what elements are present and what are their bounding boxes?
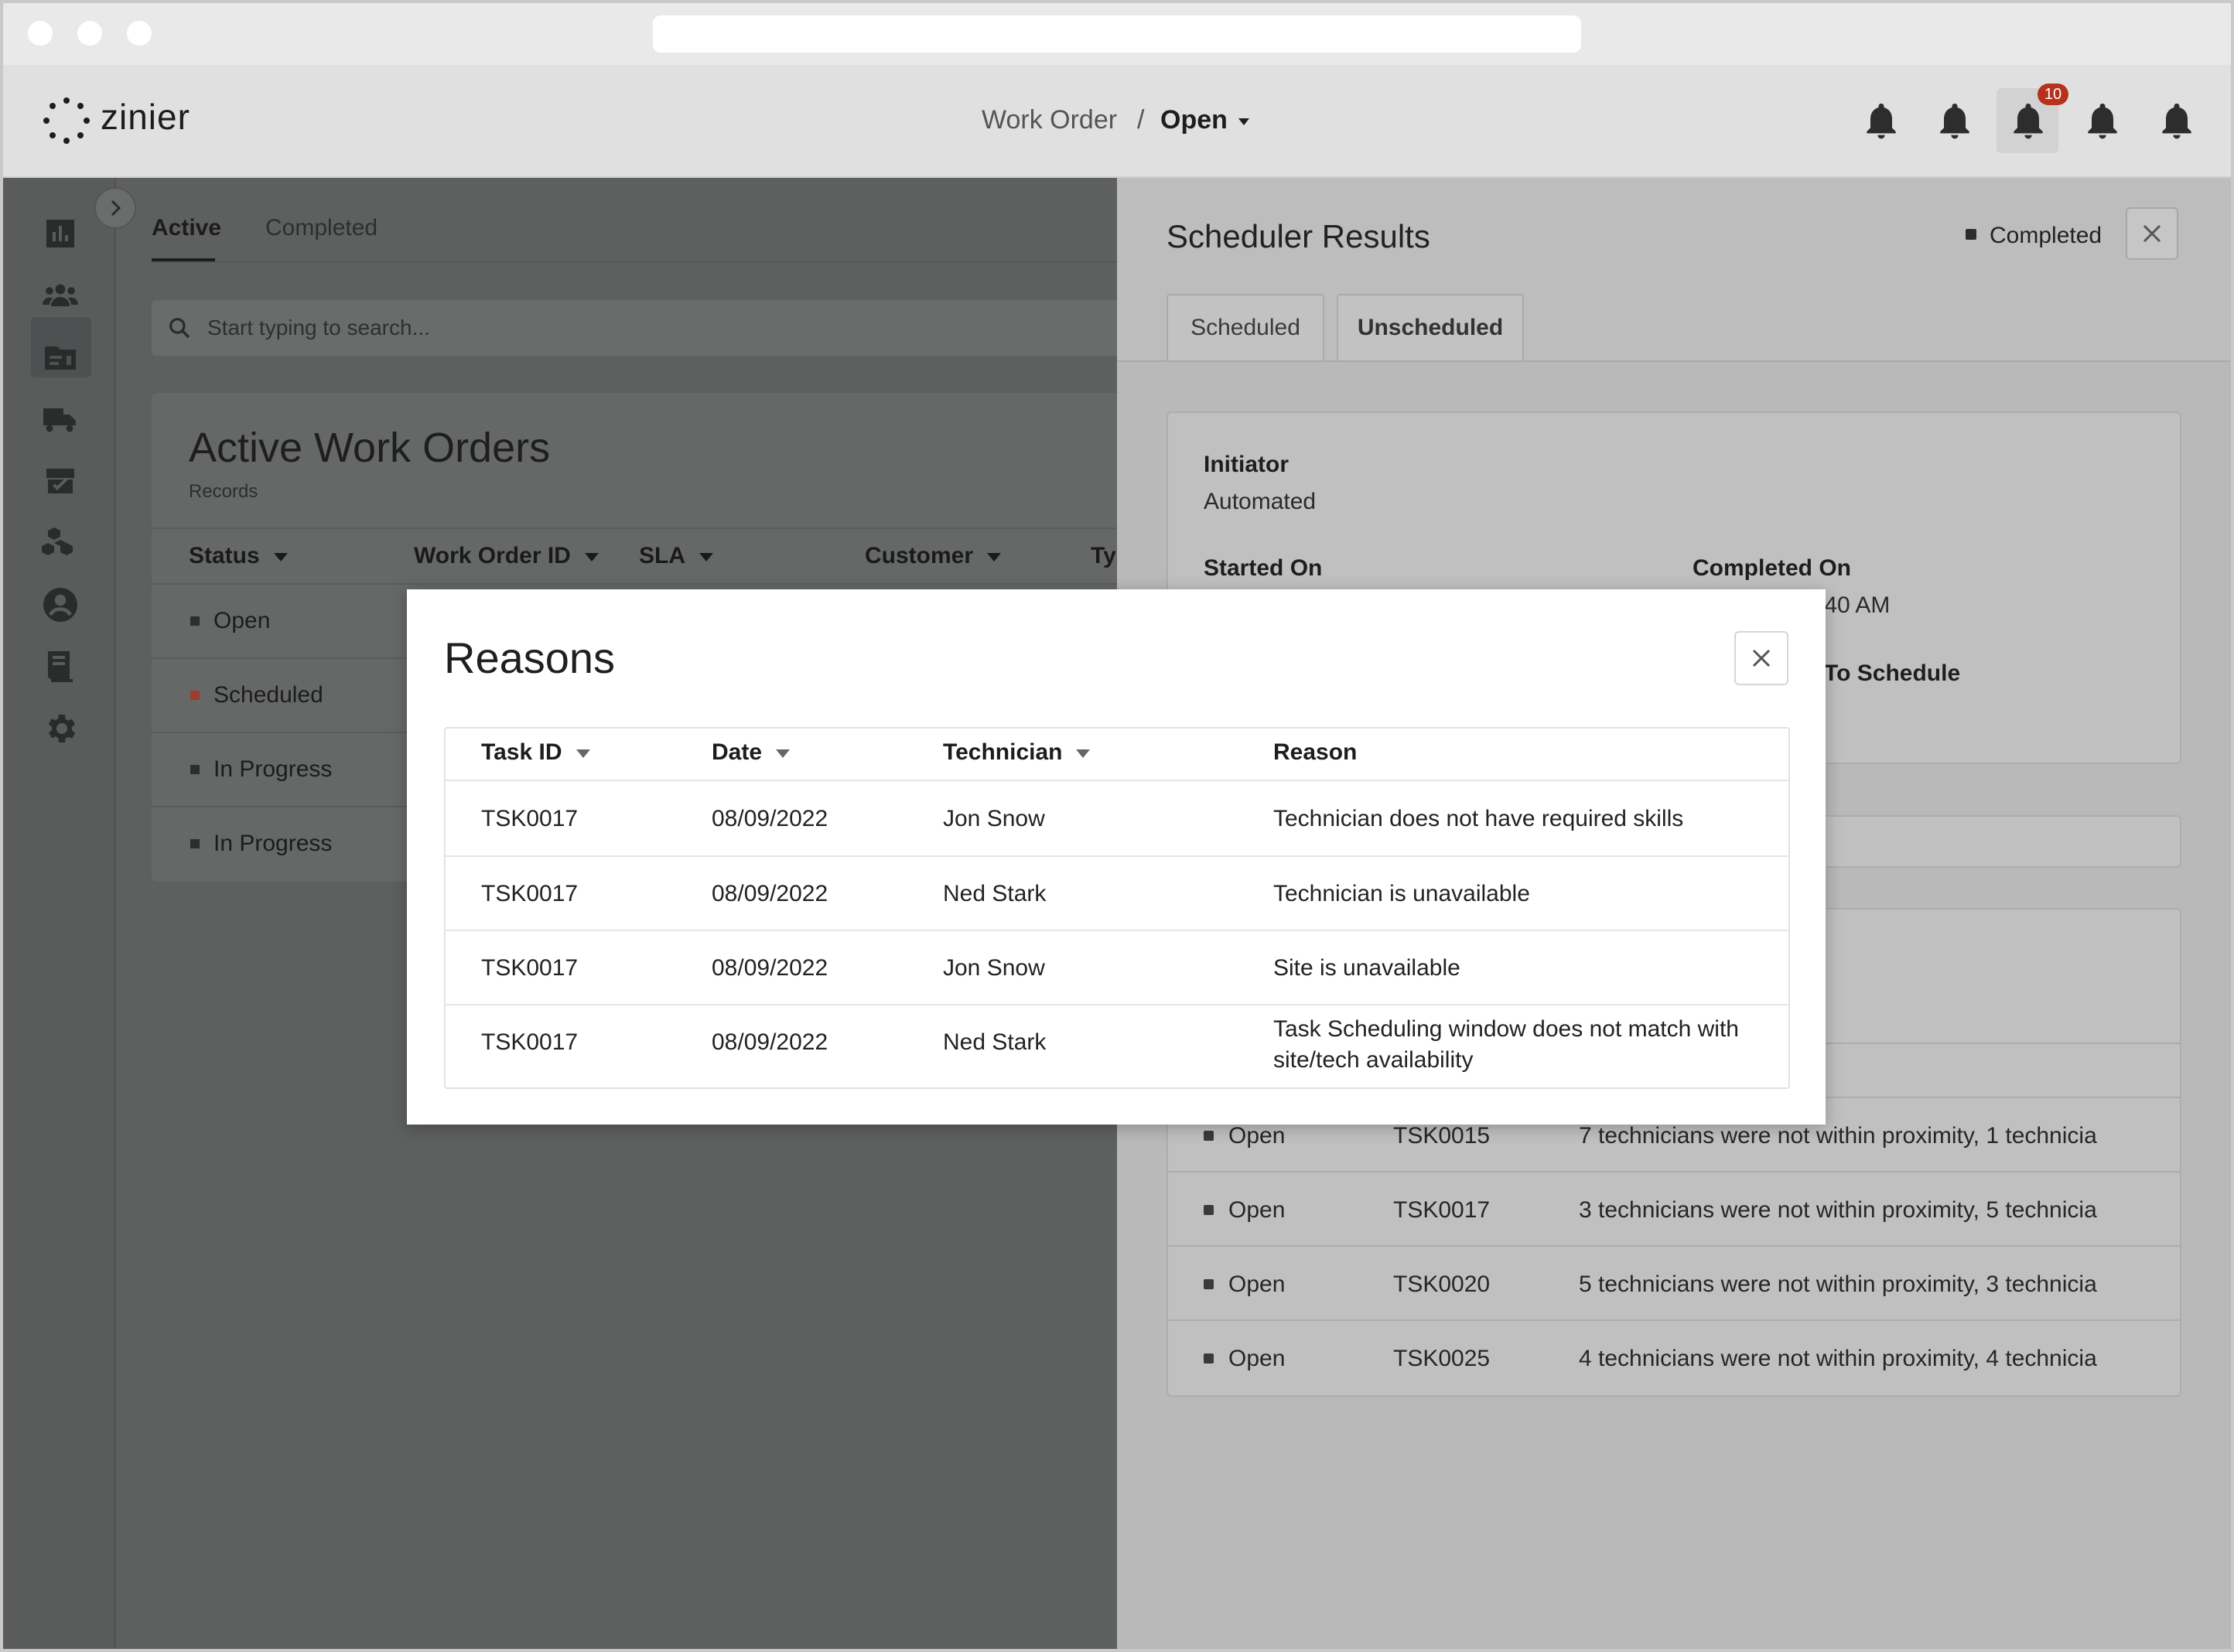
- window-frame: [0, 0, 2234, 1652]
